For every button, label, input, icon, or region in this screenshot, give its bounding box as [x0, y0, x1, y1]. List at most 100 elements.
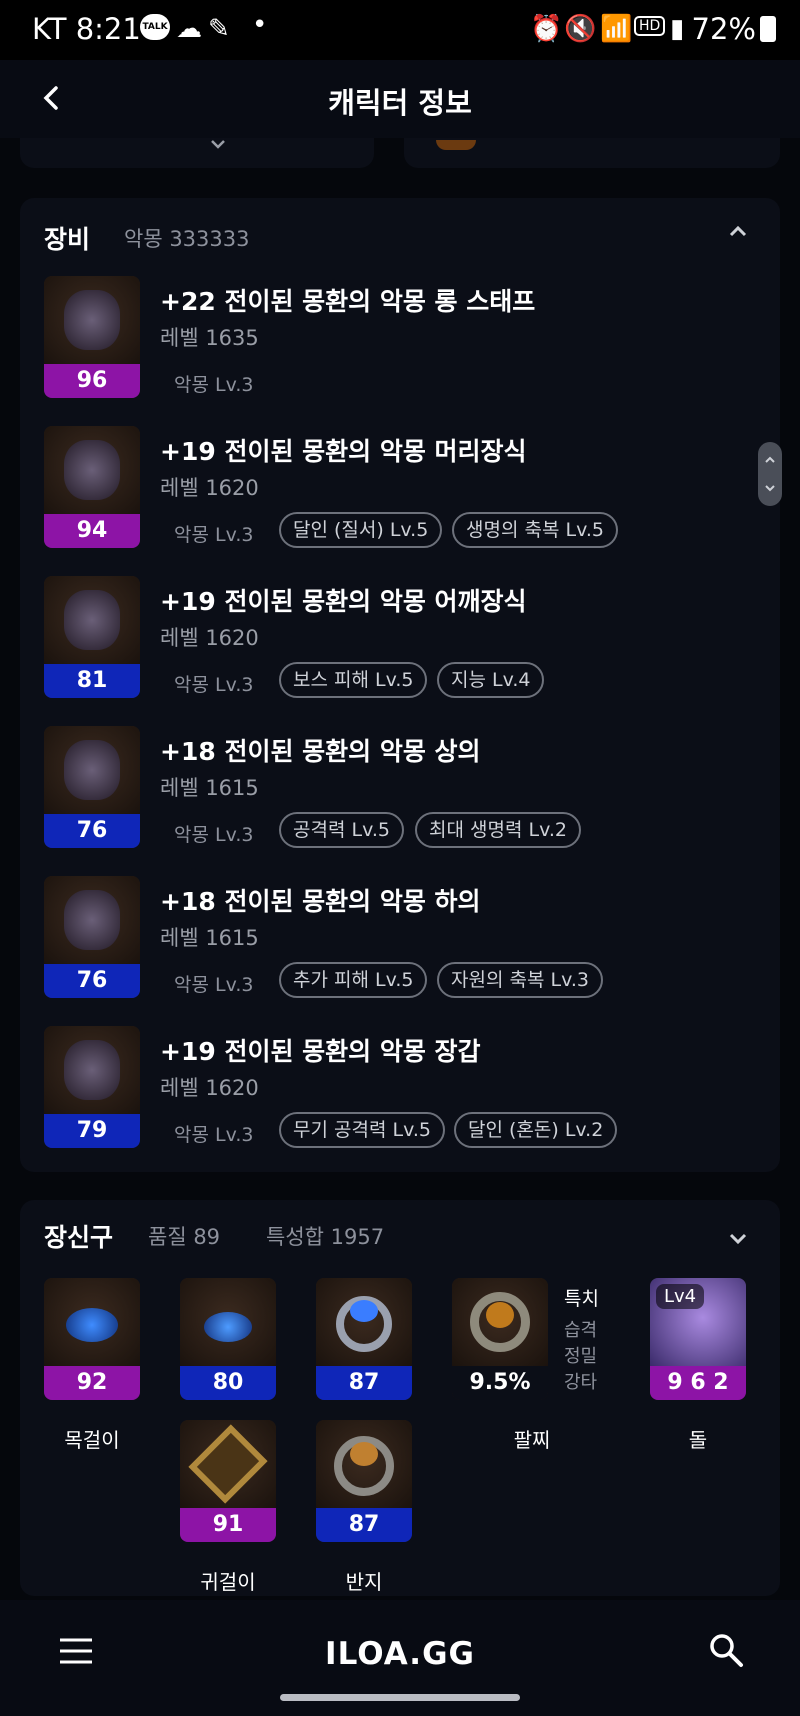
equipment-item-thumb[interactable]: 76	[44, 726, 140, 848]
earring-1-quality: 80	[180, 1366, 276, 1400]
accessories-quality: 품질 89	[148, 1225, 221, 1249]
alarm-icon: ⏰	[530, 14, 563, 44]
accessories-title: 장신구	[44, 1223, 114, 1252]
equipment-item-name: +18 전이된 몽환의 악몽 상의	[160, 737, 481, 766]
equipment-item-thumb[interactable]: 94	[44, 426, 140, 548]
equipment-item-tier: 악몽 Lv.3	[174, 674, 254, 696]
shoulder-icon	[44, 576, 140, 664]
equipment-quality: 76	[44, 814, 140, 848]
battery-icon	[760, 16, 776, 42]
ring-icon	[316, 1278, 412, 1366]
equipment-item-level: 레벨 1615	[160, 776, 259, 800]
stone-value: 9 6 2	[650, 1366, 746, 1400]
equipment-quality: 81	[44, 664, 140, 698]
option-chip: 최대 생명력 Lv.2	[415, 812, 581, 848]
mute-icon: 🔇	[564, 14, 597, 44]
equipment-item-name: +19 전이된 몽환의 악몽 머리장식	[160, 437, 527, 466]
equipment-item-level: 레벨 1620	[160, 626, 259, 650]
ring-2-item[interactable]: 87	[316, 1420, 412, 1542]
equipment-item-thumb[interactable]: 79	[44, 1026, 140, 1148]
bracelet-item[interactable]: 9.5%	[452, 1278, 548, 1400]
equipment-item-tier: 악몽 Lv.3	[174, 524, 254, 546]
stone-item[interactable]: Lv4 9 6 2	[650, 1278, 746, 1400]
expand-chevron-down-icon[interactable]	[726, 1230, 750, 1248]
carrier-time: KT 8:21	[32, 12, 141, 46]
necklace-icon	[44, 1278, 140, 1366]
wifi-icon: 📶	[600, 14, 633, 44]
equipment-item-tier: 악몽 Lv.3	[174, 1124, 254, 1146]
earring-2-quality: 91	[180, 1508, 276, 1542]
equipment-subtitle: 악몽 333333	[124, 227, 250, 251]
option-chip: 무기 공격력 Lv.5	[279, 1112, 445, 1148]
equipment-item-name: +19 전이된 몽환의 악몽 장갑	[160, 1037, 481, 1066]
option-chip: 달인 (질서) Lv.5	[279, 512, 443, 548]
stone-label: 돌	[688, 1428, 708, 1452]
bracelet-label: 팔찌	[513, 1428, 551, 1452]
kakaotalk-label: TALK	[140, 14, 170, 40]
status-bar: KT 8:21 TALK ☁ ✎ • ⏰ 🔇 📶 HD ▮ 72%	[0, 0, 800, 60]
glove-icon	[44, 1026, 140, 1114]
stone-level: Lv4	[656, 1284, 705, 1309]
bracelet-stat-3: 정밀	[564, 1346, 598, 1367]
equipment-item-level: 레벨 1620	[160, 1076, 259, 1100]
previous-card-right	[404, 138, 780, 168]
bracelet-stat-2: 습격	[564, 1320, 598, 1341]
equipment-item-thumb[interactable]: 76	[44, 876, 140, 998]
hat-icon	[44, 426, 140, 514]
earring-label: 귀걸이	[200, 1570, 256, 1594]
bracelet-icon	[452, 1278, 548, 1366]
page-title: 캐릭터 정보	[328, 86, 472, 120]
bracelet-value: 9.5%	[452, 1366, 548, 1400]
equipment-item-tier: 악몽 Lv.3	[174, 824, 254, 846]
necklace-label: 목걸이	[64, 1428, 120, 1452]
item-glow-image	[436, 140, 476, 150]
scroll-handle[interactable]	[758, 442, 782, 506]
ring-1-quality: 87	[316, 1366, 412, 1400]
earring-1-item[interactable]: 80	[180, 1278, 276, 1400]
hd-icon: HD	[634, 16, 666, 36]
equipment-item-thumb[interactable]: 81	[44, 576, 140, 698]
ring-1-item[interactable]: 87	[316, 1278, 412, 1400]
kakaotalk-icon: TALK	[140, 14, 170, 40]
battery-indicator: 72%	[692, 12, 776, 46]
equipment-item-name: +22 전이된 몽환의 악몽 롱 스태프	[160, 287, 536, 316]
ring-label: 반지	[345, 1570, 383, 1594]
bracelet-stat-4: 강타	[564, 1372, 598, 1393]
equipment-item-thumb[interactable]: 96	[44, 276, 140, 398]
battery-percent: 72%	[691, 12, 756, 46]
top-armor-icon	[44, 726, 140, 814]
equipment-item-level: 레벨 1620	[160, 476, 259, 500]
earring-2-item[interactable]: 91	[180, 1420, 276, 1542]
necklace-item[interactable]: 92	[44, 1278, 140, 1400]
weather-icon: ☁	[176, 14, 202, 44]
home-indicator[interactable]	[280, 1694, 520, 1701]
option-chip: 공격력 Lv.5	[279, 812, 404, 848]
option-chip: 달인 (혼돈) Lv.2	[454, 1112, 618, 1148]
collapse-chevron-up-icon[interactable]	[726, 222, 750, 240]
option-chip: 보스 피해 Lv.5	[279, 662, 428, 698]
signal-icon: ▮	[670, 14, 685, 44]
dot-icon: •	[252, 10, 268, 40]
equipment-item-level: 레벨 1615	[160, 926, 259, 950]
equipment-quality: 94	[44, 514, 140, 548]
equipment-title: 장비	[44, 225, 91, 254]
option-chip: 추가 피해 Lv.5	[279, 962, 428, 998]
equipment-item-tier: 악몽 Lv.3	[174, 974, 254, 996]
site-logo[interactable]: ILOA.GG	[0, 1636, 800, 1672]
option-chip: 자원의 축복 Lv.3	[437, 962, 603, 998]
previous-card-left	[20, 138, 374, 168]
pants-icon	[44, 876, 140, 964]
equipment-item-name: +18 전이된 몽환의 악몽 하의	[160, 887, 481, 916]
option-chip: 생명의 축복 Lv.5	[452, 512, 618, 548]
ring-2-icon	[316, 1420, 412, 1508]
chevron-down-icon[interactable]	[208, 138, 228, 152]
earring-icon	[180, 1278, 276, 1366]
necklace-quality: 92	[44, 1366, 140, 1400]
equipment-item-level: 레벨 1635	[160, 326, 259, 350]
search-icon[interactable]	[708, 1632, 744, 1668]
option-chip: 지능 Lv.4	[437, 662, 545, 698]
earring-2-icon	[180, 1420, 276, 1508]
equipment-quality: 76	[44, 964, 140, 998]
edit-note-icon: ✎	[208, 14, 230, 44]
staff-icon	[44, 276, 140, 364]
